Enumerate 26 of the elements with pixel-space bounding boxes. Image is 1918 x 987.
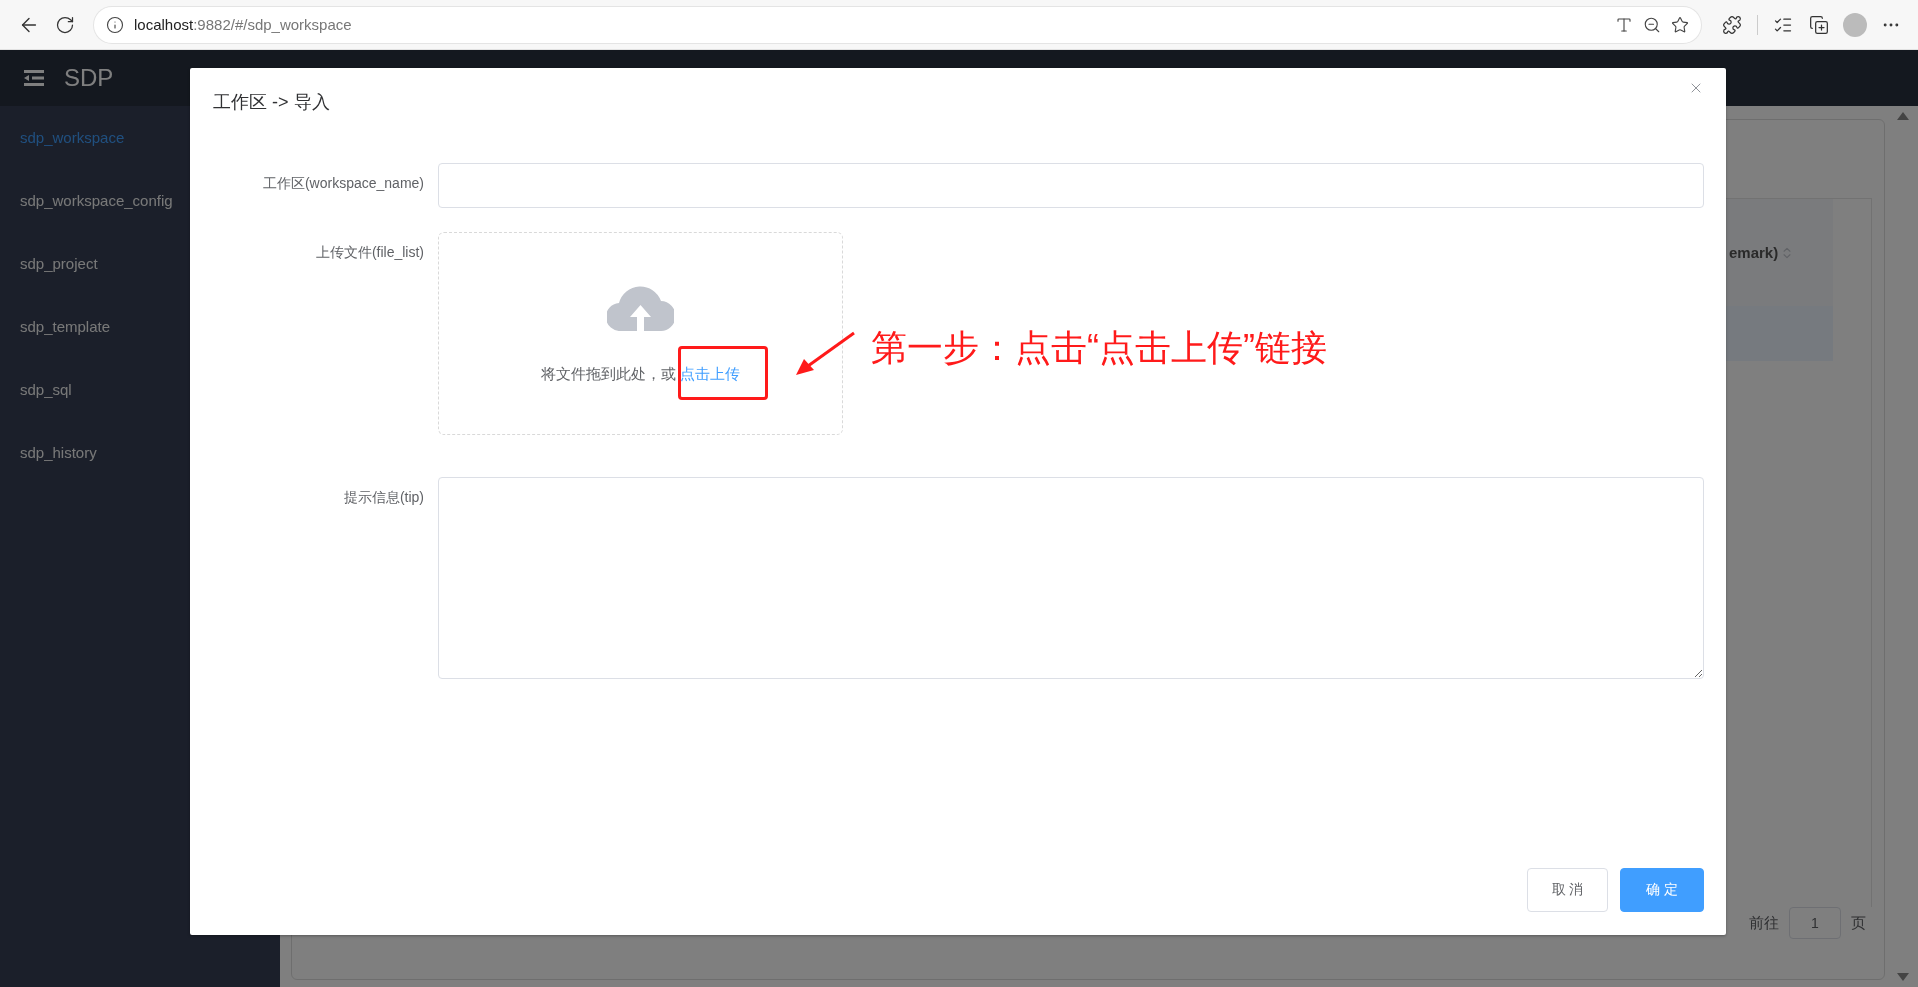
- star-icon[interactable]: [1671, 15, 1689, 34]
- url-text: localhost:9882/#/sdp_workspace: [134, 16, 353, 33]
- text-icon[interactable]: [1615, 15, 1633, 34]
- scroll-down-icon[interactable]: [1897, 973, 1909, 981]
- field-label: 工作区(workspace_name): [261, 174, 425, 193]
- field-label: 上传文件(file_list): [314, 243, 425, 262]
- goto-label: 前往: [1749, 913, 1779, 933]
- scroll-up-icon[interactable]: [1897, 112, 1909, 120]
- field-label: 提示信息(tip): [342, 488, 425, 507]
- column-header[interactable]: emark): [1729, 244, 1779, 261]
- page-suffix: 页: [1851, 913, 1866, 933]
- upload-link[interactable]: 点击上传: [680, 365, 741, 382]
- info-icon[interactable]: [106, 15, 124, 34]
- collapse-menu-icon[interactable]: [24, 70, 44, 86]
- upload-hint: 将文件拖到此处，或 点击上传: [540, 365, 741, 383]
- annotation-arrow: [796, 331, 855, 375]
- dialog-title: 工作区 -> 导入: [213, 91, 330, 114]
- page-field[interactable]: 1: [1789, 907, 1841, 939]
- zoom-out-icon[interactable]: [1643, 15, 1661, 34]
- address-bar[interactable]: localhost:9882/#/sdp_workspace: [94, 6, 1701, 43]
- confirm-button[interactable]: 确 定: [1620, 868, 1704, 912]
- text-field[interactable]: [438, 163, 1704, 208]
- app-title: SDP: [64, 64, 114, 92]
- upload-dropzone[interactable]: 将文件拖到此处，或 点击上传: [438, 232, 843, 435]
- annotation-text: 第一步：点击“点击上传”链接: [871, 326, 1327, 370]
- cancel-button[interactable]: 取 消: [1527, 868, 1608, 912]
